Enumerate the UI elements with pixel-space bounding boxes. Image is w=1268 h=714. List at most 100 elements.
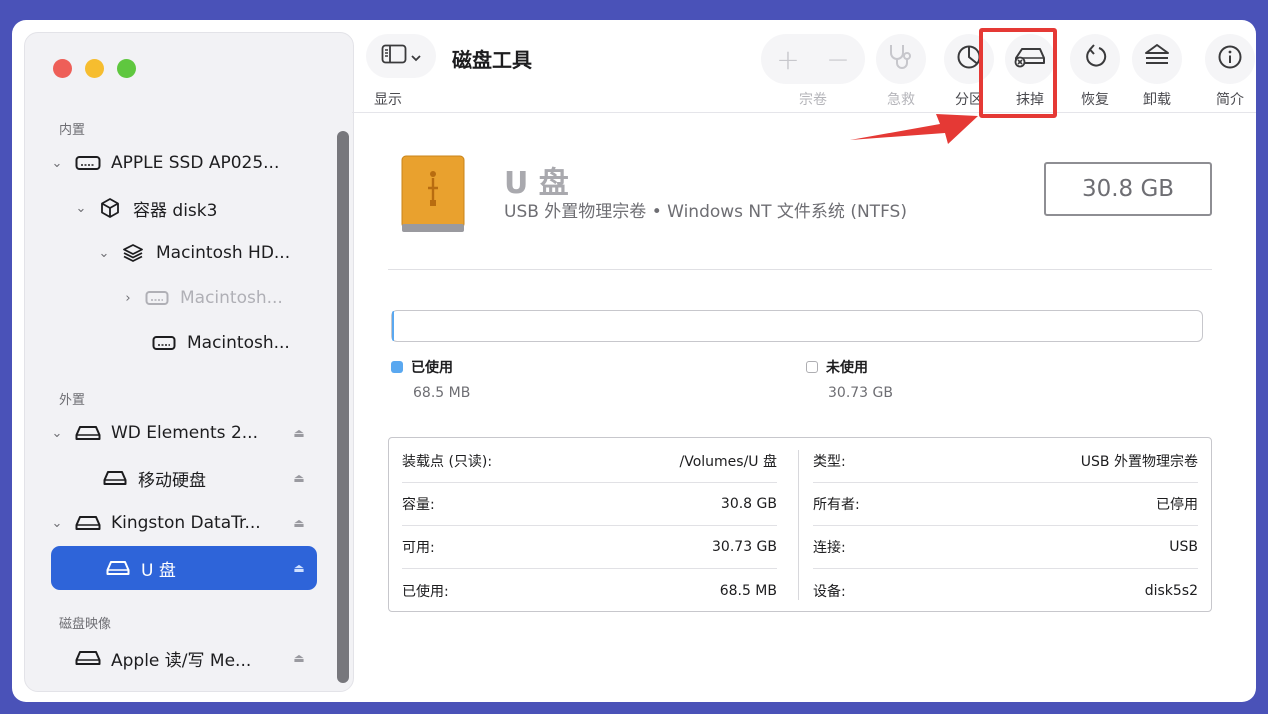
sidebar-item-container-disk3[interactable]: ⌄ 容器 disk3 — [73, 186, 317, 230]
close-window-button[interactable] — [53, 59, 72, 78]
volume-capacity: 30.8 GB — [1044, 162, 1212, 216]
info-value: disk5s2 — [1144, 582, 1198, 599]
stethoscope-icon — [886, 43, 916, 75]
volume-label: 宗卷 — [799, 92, 827, 108]
info-value: USB 外置物理宗卷 — [1080, 454, 1198, 470]
erase-highlight-box — [979, 28, 1057, 118]
restore-button[interactable] — [1070, 34, 1120, 84]
info-column-left: 装载点 (只读): /Volumes/U 盘 容量: 30.8 GB 可用: 30.7… — [389, 438, 789, 611]
external-drive-icon — [75, 647, 101, 669]
hard-drive-icon — [151, 332, 177, 354]
info-key: 已使用: — [402, 583, 449, 600]
info-key: 类型: — [813, 454, 846, 470]
app-title: 磁盘工具 — [452, 48, 532, 72]
info-column-right: 类型: USB 外置物理宗卷 所有者: 已停用 连接: USB 设备: disk5s2 — [801, 438, 1211, 611]
sidebar-item-label: Macintosh... — [180, 288, 283, 308]
eject-icon[interactable]: ⏏ — [289, 516, 309, 530]
sidebar-item-macintosh-snapshot[interactable]: › Macintosh... — [120, 276, 317, 320]
free-label: 未使用 — [826, 360, 868, 376]
info-value: 30.73 GB — [712, 539, 777, 555]
hard-drive-icon — [144, 287, 170, 309]
sidebar-toggle-icon — [381, 44, 407, 68]
layers-icon — [120, 242, 146, 264]
unmount-icon — [1144, 43, 1170, 75]
sidebar-item-macintosh-hd[interactable]: ⌄ Macintosh HD... — [96, 231, 317, 275]
info-row: 已使用: 68.5 MB — [402, 569, 777, 612]
hard-drive-icon — [75, 152, 101, 174]
info-circle-icon — [1217, 44, 1243, 74]
info-value: /Volumes/U 盘 — [679, 454, 778, 470]
volume-name: U 盘 — [504, 166, 569, 201]
first-aid-button[interactable] — [876, 34, 926, 84]
info-key: 连接: — [813, 540, 846, 556]
used-value: 68.5 MB — [413, 385, 471, 401]
info-key: 装载点 (只读): — [402, 454, 493, 470]
volume-button-group: + − — [761, 34, 865, 84]
minimize-window-button[interactable] — [85, 59, 104, 78]
sidebar-item-mobile-drive[interactable]: 移动硬盘 ⏏ — [96, 456, 317, 500]
eject-icon[interactable]: ⏏ — [289, 471, 309, 485]
annotation-arrow — [850, 114, 978, 144]
free-swatch — [806, 361, 818, 373]
chevron-down-icon[interactable]: ⌄ — [49, 516, 65, 531]
sidebar-item-label: APPLE SSD AP025... — [111, 153, 280, 173]
free-value: 30.73 GB — [828, 385, 893, 401]
volume-description: USB 外置物理宗卷 • Windows NT 文件系统 (NTFS) — [504, 202, 907, 222]
view-button[interactable] — [366, 34, 436, 78]
info-value: 已停用 — [1156, 497, 1198, 513]
chevron-down-icon[interactable]: ⌄ — [49, 426, 65, 441]
remove-volume-icon[interactable]: − — [813, 43, 863, 76]
toolbar: 显示 磁盘工具 + − 宗卷 急救 分区 抹掉 恢复 卸载 简介 — [352, 20, 1256, 113]
info-row: 连接: USB — [813, 526, 1198, 569]
external-drive-icon — [75, 512, 101, 534]
unmount-label: 卸载 — [1143, 92, 1171, 108]
info-value: 30.8 GB — [720, 496, 777, 512]
info-button[interactable] — [1205, 34, 1255, 84]
info-row: 装载点 (只读): /Volumes/U 盘 — [402, 440, 777, 483]
zoom-window-button[interactable] — [117, 59, 136, 78]
sidebar: 内置 ⌄ APPLE SSD AP025... ⌄ 容器 disk3 ⌄ Mac… — [24, 32, 354, 692]
sidebar-item-label: 容器 disk3 — [133, 200, 218, 221]
usage-bar — [391, 310, 1203, 342]
unmount-button[interactable] — [1132, 34, 1182, 84]
sidebar-item-kingston[interactable]: ⌄ Kingston DataTr... ⏏ — [49, 501, 317, 545]
info-key: 容量: — [402, 497, 435, 513]
sidebar-item-macintosh-data[interactable]: Macintosh... — [145, 321, 317, 365]
sidebar-scrollbar[interactable] — [337, 131, 349, 683]
sidebar-item-wd-elements[interactable]: ⌄ WD Elements 2... ⏏ — [49, 411, 317, 455]
sidebar-item-label: U 盘 — [141, 560, 176, 581]
eject-icon[interactable]: ⏏ — [289, 561, 309, 575]
chevron-down-icon[interactable]: ⌄ — [49, 156, 65, 171]
info-row: 类型: USB 外置物理宗卷 — [813, 440, 1198, 483]
add-volume-icon[interactable]: + — [763, 43, 813, 76]
sidebar-item-label: Macintosh... — [187, 333, 290, 353]
info-table: 装载点 (只读): /Volumes/U 盘 容量: 30.8 GB 可用: 30.7… — [388, 437, 1212, 612]
used-label: 已使用 — [411, 360, 453, 376]
header-divider — [388, 269, 1212, 270]
sidebar-item-u-disk[interactable]: U 盘 ⏏ — [51, 546, 317, 590]
info-key: 可用: — [402, 540, 435, 556]
section-label-internal: 内置 — [59, 123, 86, 138]
eject-icon[interactable]: ⏏ — [289, 651, 309, 665]
legend-free: 未使用 30.73 GB — [806, 357, 893, 401]
info-key: 所有者: — [813, 497, 860, 513]
external-drive-icon — [75, 422, 101, 444]
chevron-down-icon — [411, 47, 421, 66]
window-controls — [53, 59, 136, 78]
sidebar-item-label: Kingston DataTr... — [111, 513, 261, 533]
section-label-external: 外置 — [59, 393, 86, 408]
sidebar-item-apple-rw-media[interactable]: Apple 读/写 Me... ⏏ — [49, 636, 317, 680]
chevron-down-icon[interactable]: ⌄ — [73, 201, 89, 216]
usb-drive-icon — [400, 154, 466, 238]
restore-label: 恢复 — [1081, 92, 1109, 108]
sidebar-item-apple-ssd[interactable]: ⌄ APPLE SSD AP025... — [49, 141, 317, 185]
chevron-down-icon[interactable]: ⌄ — [96, 246, 112, 261]
chevron-right-icon[interactable]: › — [120, 291, 136, 306]
info-row: 所有者: 已停用 — [813, 483, 1198, 526]
legend-used: 已使用 68.5 MB — [391, 357, 470, 401]
eject-icon[interactable]: ⏏ — [289, 426, 309, 440]
info-value: 68.5 MB — [719, 582, 777, 599]
disk-utility-window: 内置 ⌄ APPLE SSD AP025... ⌄ 容器 disk3 ⌄ Mac… — [12, 20, 1256, 702]
sidebar-item-label: 移动硬盘 — [138, 470, 206, 491]
external-drive-icon — [105, 557, 131, 579]
